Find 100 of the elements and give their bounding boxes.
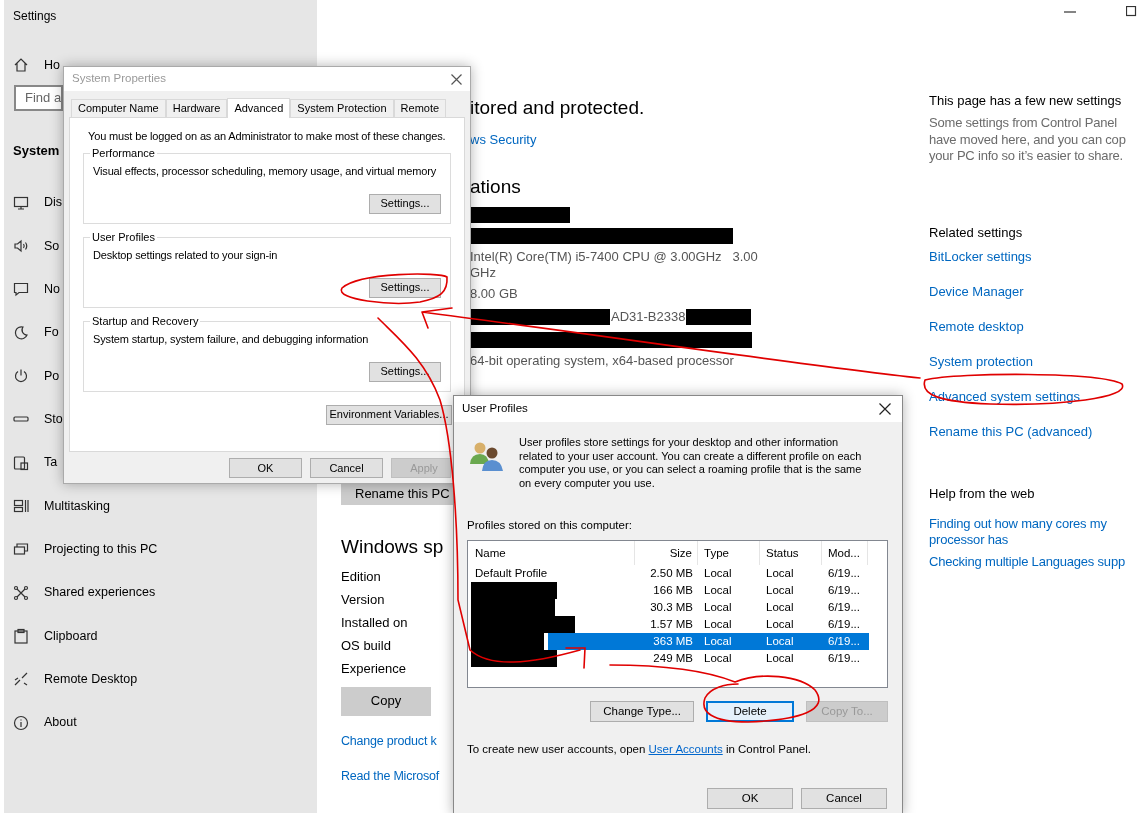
- tab[interactable]: Hardware: [165, 99, 228, 117]
- network-icon: [13, 584, 29, 601]
- section-heading: ations: [470, 175, 521, 199]
- window-title: Settings: [13, 8, 58, 24]
- column-header[interactable]: Status: [760, 540, 822, 565]
- table-cell-text: 6/19...: [827, 633, 861, 649]
- close-icon: [879, 403, 891, 415]
- table-cell-text: Local: [703, 599, 733, 615]
- table-cell-text: Local: [703, 650, 733, 666]
- remote-icon: [13, 671, 29, 688]
- table-cell-text: 1.57 MB: [649, 616, 694, 632]
- table-cell-text: Local: [703, 565, 733, 581]
- link[interactable]: Rename this PC (advanced): [929, 421, 1144, 440]
- user-accounts-link[interactable]: User Accounts: [648, 742, 723, 755]
- table-cell-text: Local: [765, 650, 795, 666]
- table-cell-text: 363 MB: [652, 633, 694, 649]
- table-cell-text: Default Profile: [475, 565, 548, 581]
- field-label: Edition: [341, 567, 381, 585]
- dialog-button[interactable]: OK: [707, 787, 793, 809]
- panel-heading: This page has a few new settings: [929, 92, 1123, 109]
- table-cell-text: Local: [765, 582, 795, 598]
- link[interactable]: System protection: [929, 351, 1144, 370]
- section-heading: Windows sp: [341, 534, 444, 559]
- table-row[interactable]: 1.57 MB Local Local 6/19...: [468, 615, 887, 633]
- action-button[interactable]: Change Type...: [590, 700, 694, 722]
- clipboard-icon: [13, 627, 29, 644]
- tab[interactable]: Remote: [393, 99, 447, 117]
- dialog-title: User Profiles: [462, 401, 528, 417]
- rename-button[interactable]: Rename this PC: [341, 483, 453, 505]
- status-heading: itored and protected.: [470, 96, 645, 120]
- table-row[interactable]: Default Profile 2.50 MB Local Local 6/19...: [468, 564, 887, 582]
- sidebar-item[interactable]: Dis: [44, 193, 63, 213]
- table-cell-text: 6/19...: [827, 599, 861, 615]
- link[interactable]: Finding out how many cores my processor has: [929, 515, 1134, 548]
- link[interactable]: Change product k: [341, 731, 437, 750]
- link[interactable]: Read the Microsof: [341, 766, 440, 785]
- footer-text: To create new user accounts, open User Accounts in Control Panel.: [467, 741, 811, 757]
- dialog-button[interactable]: Cancel: [801, 787, 887, 809]
- search-field[interactable]: Find a: [14, 85, 63, 111]
- sidebar-item[interactable]: Clipboard: [44, 626, 98, 646]
- tablet-icon: [13, 454, 29, 471]
- column-header[interactable]: Name: [468, 540, 635, 565]
- list-label: Profiles stored on this computer:: [467, 518, 632, 534]
- spec-value: Intel(R) Core(TM) i5-7400 CPU @ 3.00GHz 3.00 GHz: [470, 249, 759, 281]
- spec-value: 8.00 GB: [470, 286, 519, 302]
- group-description: Desktop settings related to your sign-in: [93, 247, 278, 262]
- panel-heading: Help from the web: [929, 484, 1036, 502]
- users-icon: [468, 440, 506, 472]
- settings-button[interactable]: Settings...: [369, 193, 441, 214]
- tab[interactable]: Advanced: [227, 98, 291, 118]
- power-icon: [13, 367, 29, 384]
- sidebar-item[interactable]: No: [44, 279, 60, 299]
- sidebar-item[interactable]: So: [44, 236, 60, 256]
- sidebar-item[interactable]: Remote Desktop: [44, 669, 138, 689]
- tab[interactable]: Computer Name: [71, 99, 166, 117]
- sidebar-item[interactable]: Po: [44, 366, 60, 386]
- column-header[interactable]: Size: [635, 540, 698, 565]
- table-row[interactable]: 30.3 MB Local Local 6/19...: [468, 598, 887, 616]
- sidebar-item[interactable]: Shared experiences: [44, 583, 156, 602]
- dialog-button[interactable]: OK: [229, 458, 302, 478]
- moon-icon: [13, 324, 29, 341]
- group-description: System startup, system failure, and debugging information: [93, 331, 369, 346]
- security-link[interactable]: ws Security: [470, 130, 537, 148]
- note-text: have moved here, and you can cop: [929, 131, 1127, 148]
- table-row[interactable]: 249 MB Local Local 6/19...: [468, 649, 887, 667]
- dialog-title: System Properties: [72, 71, 166, 87]
- field-label: OS build: [341, 636, 391, 654]
- table-cell-text: Local: [703, 633, 733, 649]
- sidebar-item[interactable]: Ho: [44, 55, 60, 75]
- tab[interactable]: System Protection: [290, 99, 394, 117]
- table-cell-text: 6/19...: [827, 650, 861, 666]
- table-row[interactable]: 166 MB Local Local 6/19...: [468, 581, 887, 599]
- field-label: Experience: [341, 659, 407, 677]
- sidebar-item[interactable]: Multitasking: [44, 496, 110, 516]
- group-description: Visual effects, processor scheduling, memory usage, and virtual memory: [93, 163, 437, 178]
- dialog-button[interactable]: Cancel: [310, 458, 383, 478]
- table-cell-text: 166 MB: [652, 582, 694, 598]
- sidebar-item[interactable]: Ta: [44, 453, 58, 472]
- link[interactable]: Checking multiple Languages supp: [929, 553, 1134, 570]
- table-cell-text: Local: [703, 582, 733, 598]
- table-cell-text: 6/19...: [827, 616, 861, 632]
- notice-text: You must be logged on as an Administrator to make most of these changes.: [87, 129, 446, 144]
- column-header[interactable]: Type: [698, 540, 760, 565]
- link[interactable]: Remote desktop: [929, 316, 1144, 335]
- link[interactable]: BitLocker settings: [929, 246, 1144, 265]
- table-cell-text: 249 MB: [652, 650, 694, 666]
- description-text: User profiles store settings for your desktop and other information related to your user account. You can create a different profile on each computer you use, or you can select a roaming profile that is the same on every computer you use.: [519, 436, 863, 491]
- settings-button[interactable]: Settings...: [369, 277, 441, 298]
- speaker-icon: [13, 238, 29, 254]
- table-cell-text: Local: [765, 565, 795, 581]
- field-label: Version: [341, 590, 385, 608]
- sidebar-item[interactable]: About: [44, 713, 77, 732]
- copy-button[interactable]: Copy: [341, 686, 431, 716]
- column-header[interactable]: Mod...: [822, 540, 868, 565]
- sidebar-item[interactable]: Projecting to this PC: [44, 539, 158, 559]
- table-cell-text: 6/19...: [827, 582, 861, 598]
- link[interactable]: Device Manager: [929, 281, 1144, 300]
- sidebar-item[interactable]: Sto: [44, 409, 63, 429]
- action-button[interactable]: Delete: [706, 700, 794, 722]
- sidebar-item[interactable]: Fo: [44, 323, 59, 342]
